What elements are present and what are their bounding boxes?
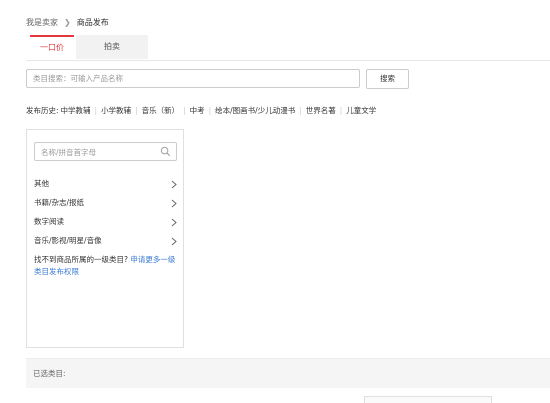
chevron-right-icon [171, 218, 177, 227]
category-filter-placeholder: 名称/拼音首字母 [41, 148, 97, 157]
tab-fixed-price[interactable]: 一口价 [30, 35, 74, 60]
chevron-right-icon [171, 180, 177, 189]
search-button[interactable]: 搜索 [366, 69, 409, 89]
category-panel: 名称/拼音首字母 其他 书籍/杂志/报纸 数字阅读 音乐/影视/明星/音像 找不… [26, 129, 184, 348]
history-divider: | [299, 105, 302, 115]
history-item[interactable]: 音乐（新） [142, 105, 180, 116]
breadcrumb-current: 商品发布 [76, 17, 109, 27]
selected-category-label: 已选类目: [33, 369, 66, 378]
category-item-label: 书籍/杂志/报纸 [34, 198, 85, 207]
history-item[interactable]: 中考 [190, 105, 205, 116]
category-item-other[interactable]: 其他 [34, 176, 179, 192]
history-divider: | [183, 105, 186, 115]
tab-bar: 一口价 拍卖 [26, 35, 550, 61]
category-search-input[interactable] [26, 69, 360, 88]
next-step-button[interactable] [364, 396, 492, 403]
publish-history: 发布历史: 中学教辅 | 小学教辅 | 音乐（新） | 中考 | 绘本/图画书/… [26, 104, 376, 116]
category-item-music-media[interactable]: 音乐/影视/明星/音像 [34, 233, 179, 249]
history-divider: | [94, 105, 98, 115]
history-item[interactable]: 小学教辅 [101, 105, 131, 116]
category-item-books[interactable]: 书籍/杂志/报纸 [34, 195, 179, 211]
category-item-label: 数字阅读 [34, 217, 64, 226]
not-found-text: 找不到商品所属的一级类目? [34, 255, 128, 264]
chevron-right-icon [171, 237, 177, 246]
category-not-found-hint: 找不到商品所属的一级类目? 申请更多一级类目发布权限 [34, 254, 182, 277]
breadcrumb: 我是卖家 ❯ 商品发布 [26, 16, 109, 28]
history-item[interactable]: 中学教辅 [61, 105, 91, 116]
history-divider: | [208, 105, 212, 115]
chevron-right-icon [171, 199, 177, 208]
breadcrumb-separator-icon: ❯ [64, 17, 71, 27]
history-item[interactable]: 世界名著 [306, 105, 336, 116]
category-filter-input[interactable]: 名称/拼音首字母 [34, 142, 177, 161]
history-item[interactable]: 绘本/图画书/少儿动漫书 [215, 105, 295, 116]
history-divider: | [135, 105, 138, 115]
category-item-label: 音乐/影视/明星/音像 [34, 236, 102, 245]
category-item-label: 其他 [34, 179, 49, 188]
selected-category-bar: 已选类目: [26, 358, 550, 388]
breadcrumb-home[interactable]: 我是卖家 [26, 17, 58, 28]
history-divider: | [339, 105, 343, 115]
category-item-digital-reading[interactable]: 数字阅读 [34, 214, 179, 230]
history-label: 发布历史: [26, 105, 59, 115]
history-item[interactable]: 儿童文学 [346, 105, 376, 116]
search-icon[interactable] [160, 146, 171, 157]
tab-auction[interactable]: 拍卖 [76, 35, 148, 59]
